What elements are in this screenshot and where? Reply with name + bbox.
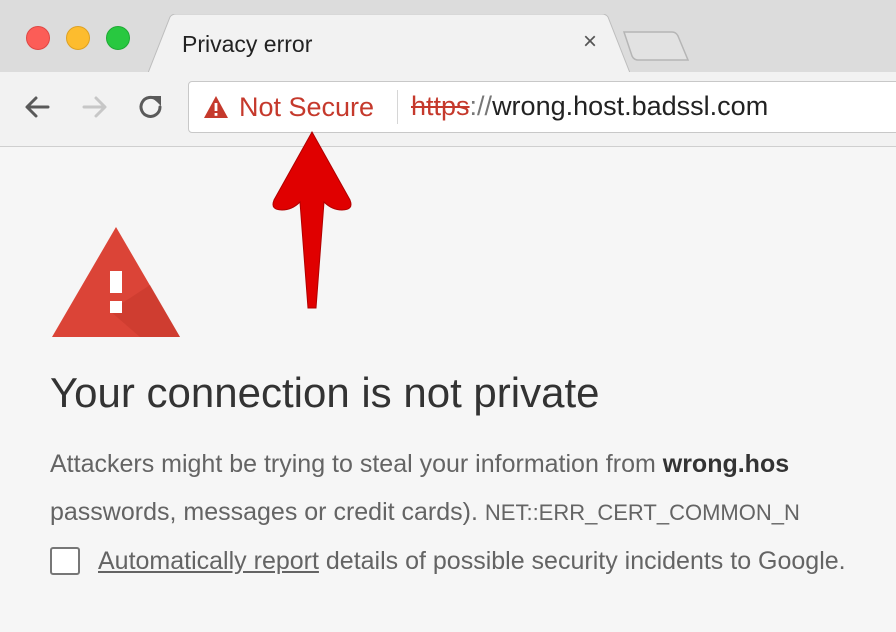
- error-code: NET::ERR_CERT_COMMON_N: [484, 500, 800, 525]
- page-heading: Your connection is not private: [50, 369, 600, 416]
- automatically-report-link[interactable]: Automatically report: [98, 547, 319, 575]
- red-pointer-arrow: [272, 130, 352, 309]
- interstitial-page: Your connection is not private Attackers…: [0, 147, 896, 632]
- close-window-button[interactable]: [26, 26, 50, 50]
- new-tab-button[interactable]: [622, 30, 692, 64]
- forward-arrow-icon[interactable]: [78, 90, 112, 124]
- description-text-2: passwords, messages or credit cards).: [50, 498, 485, 526]
- reload-icon[interactable]: [134, 90, 168, 124]
- tab-privacy-error[interactable]: Privacy error ×: [148, 14, 630, 74]
- tab-strip: Privacy error ×: [0, 0, 896, 74]
- description-line-1: Attackers might be trying to steal your …: [50, 450, 789, 479]
- security-indicator[interactable]: Not Secure: [203, 82, 374, 132]
- url-scheme: https: [411, 91, 470, 121]
- not-secure-label: Not Secure: [239, 91, 375, 122]
- host-name: wrong.hos: [662, 450, 790, 478]
- report-label: Automatically report details of possible…: [98, 547, 846, 576]
- zoom-window-button[interactable]: [106, 26, 130, 50]
- toolbar: Not Secure https://wrong.host.badssl.com: [0, 72, 896, 147]
- tab-title: Privacy error: [182, 31, 313, 57]
- back-arrow-icon[interactable]: [20, 90, 54, 124]
- report-text: details of possible security incidents t…: [318, 547, 846, 575]
- description-line-2: passwords, messages or credit cards). NE…: [50, 498, 800, 527]
- description-text: Attackers might be trying to steal your …: [50, 450, 663, 478]
- url-host: wrong.host.badssl.com: [492, 91, 769, 121]
- warning-triangle-icon: [52, 227, 180, 337]
- address-bar[interactable]: Not Secure https://wrong.host.badssl.com: [188, 81, 896, 133]
- url-text[interactable]: https://wrong.host.badssl.com: [411, 91, 768, 122]
- omnibox-divider: [397, 90, 398, 124]
- tab-close-icon[interactable]: ×: [578, 30, 602, 54]
- url-separator: ://: [469, 91, 493, 121]
- minimize-window-button[interactable]: [66, 26, 90, 50]
- warning-icon: [204, 96, 228, 118]
- report-checkbox[interactable]: [50, 547, 80, 575]
